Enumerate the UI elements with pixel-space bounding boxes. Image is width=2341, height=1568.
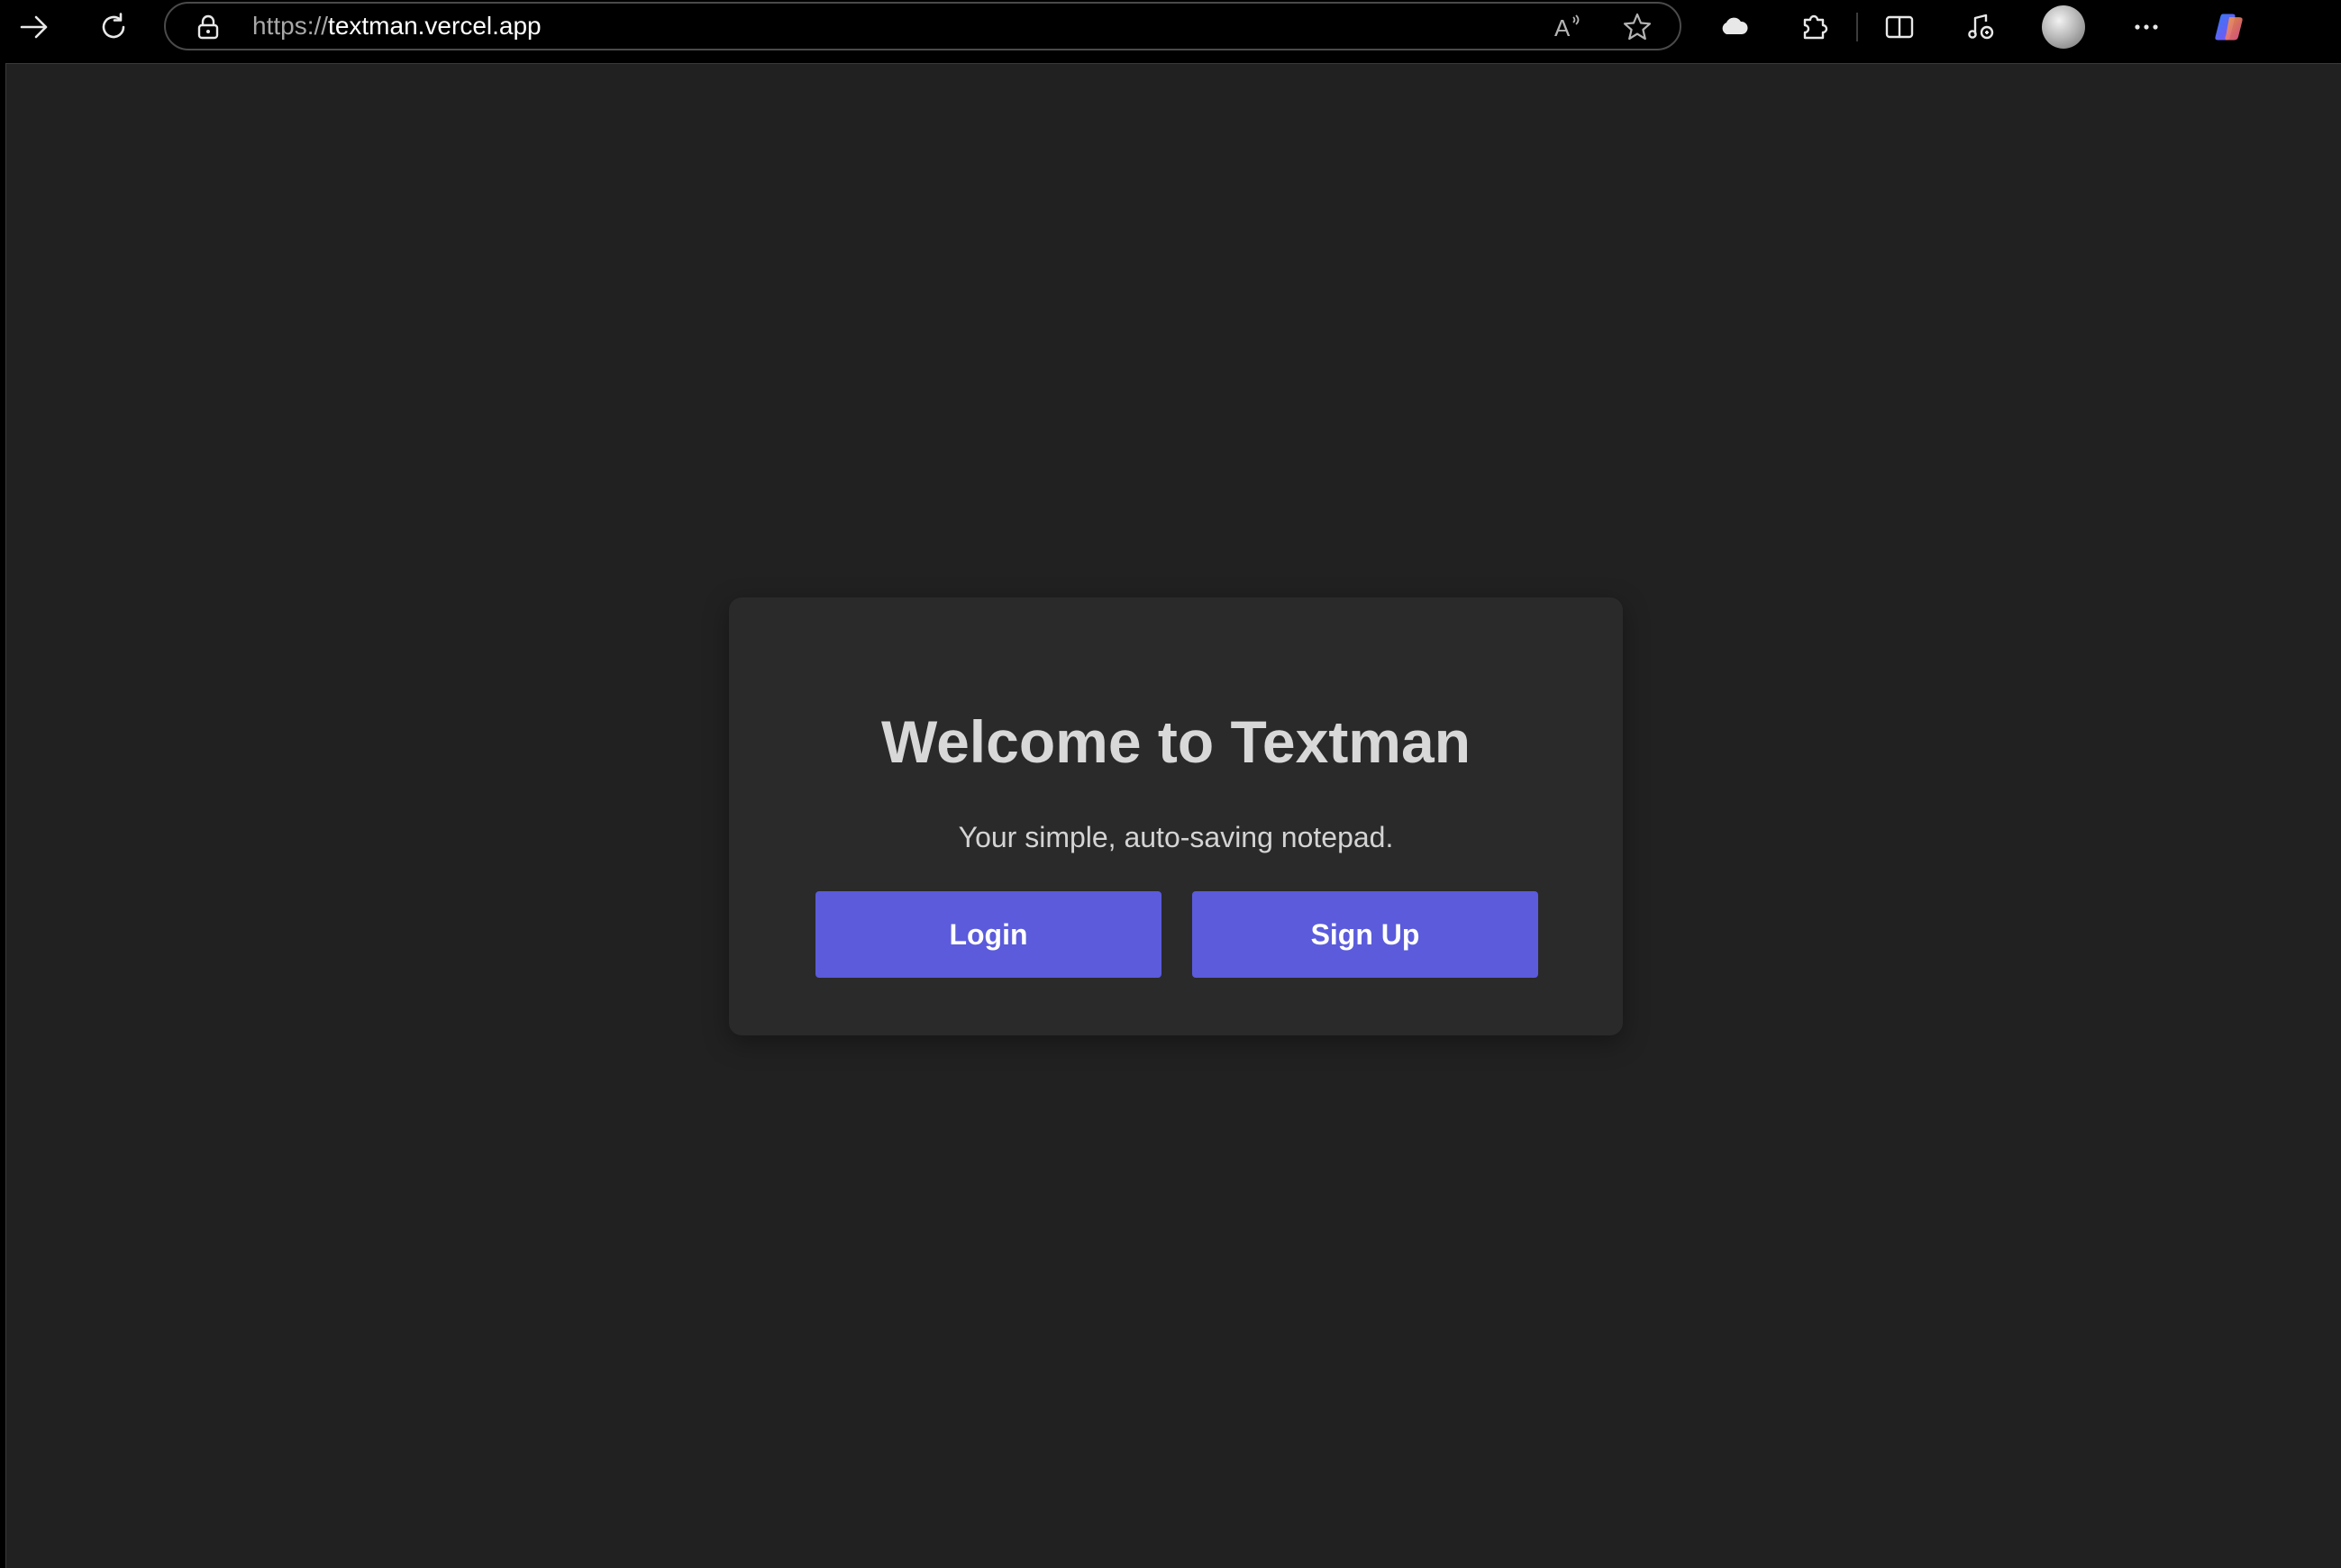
read-aloud-icon: A <box>1554 14 1580 41</box>
extensions-button[interactable] <box>1796 9 1832 45</box>
more-button[interactable] <box>2128 9 2164 45</box>
avatar[interactable] <box>2042 5 2085 49</box>
lock-icon[interactable] <box>196 14 220 40</box>
forward-button[interactable] <box>14 7 54 47</box>
cloud-button[interactable] <box>1716 9 1752 45</box>
url-host: textman.vercel.app <box>328 12 542 40</box>
svg-text:A: A <box>1554 14 1571 41</box>
cloud-icon <box>1722 17 1748 34</box>
more-dots-icon <box>2135 24 2158 30</box>
page-viewport: Welcome to Textman Your simple, auto-sav… <box>5 63 2341 1568</box>
reload-icon <box>102 13 125 39</box>
url-text[interactable]: https://textman.vercel.app <box>252 4 542 49</box>
welcome-card: Welcome to Textman Your simple, auto-sav… <box>729 597 1623 1035</box>
page-subtitle: Your simple, auto-saving notepad. <box>958 821 1394 853</box>
split-screen-icon <box>1885 15 1914 39</box>
address-bar[interactable]: https://textman.vercel.app A <box>164 2 1681 50</box>
read-aloud-button[interactable]: A <box>1552 12 1582 42</box>
copilot-button[interactable] <box>2211 9 2247 45</box>
media-button[interactable] <box>1963 9 1999 45</box>
url-scheme: https:// <box>252 12 329 40</box>
favorite-button[interactable] <box>1622 12 1653 42</box>
star-icon <box>1623 13 1652 41</box>
browser-toolbar: https://textman.vercel.app A <box>0 0 2341 54</box>
signup-button[interactable]: Sign Up <box>1192 891 1538 978</box>
puzzle-icon <box>1803 14 1828 40</box>
reload-button[interactable] <box>94 7 133 47</box>
login-button[interactable]: Login <box>815 891 1161 978</box>
page-title: Welcome to Textman <box>880 708 1471 775</box>
music-note-icon <box>1968 14 1994 40</box>
arrow-right-icon <box>20 15 48 39</box>
copilot-icon <box>2215 14 2243 41</box>
toolbar-divider <box>1856 13 1858 41</box>
split-screen-button[interactable] <box>1881 9 1917 45</box>
